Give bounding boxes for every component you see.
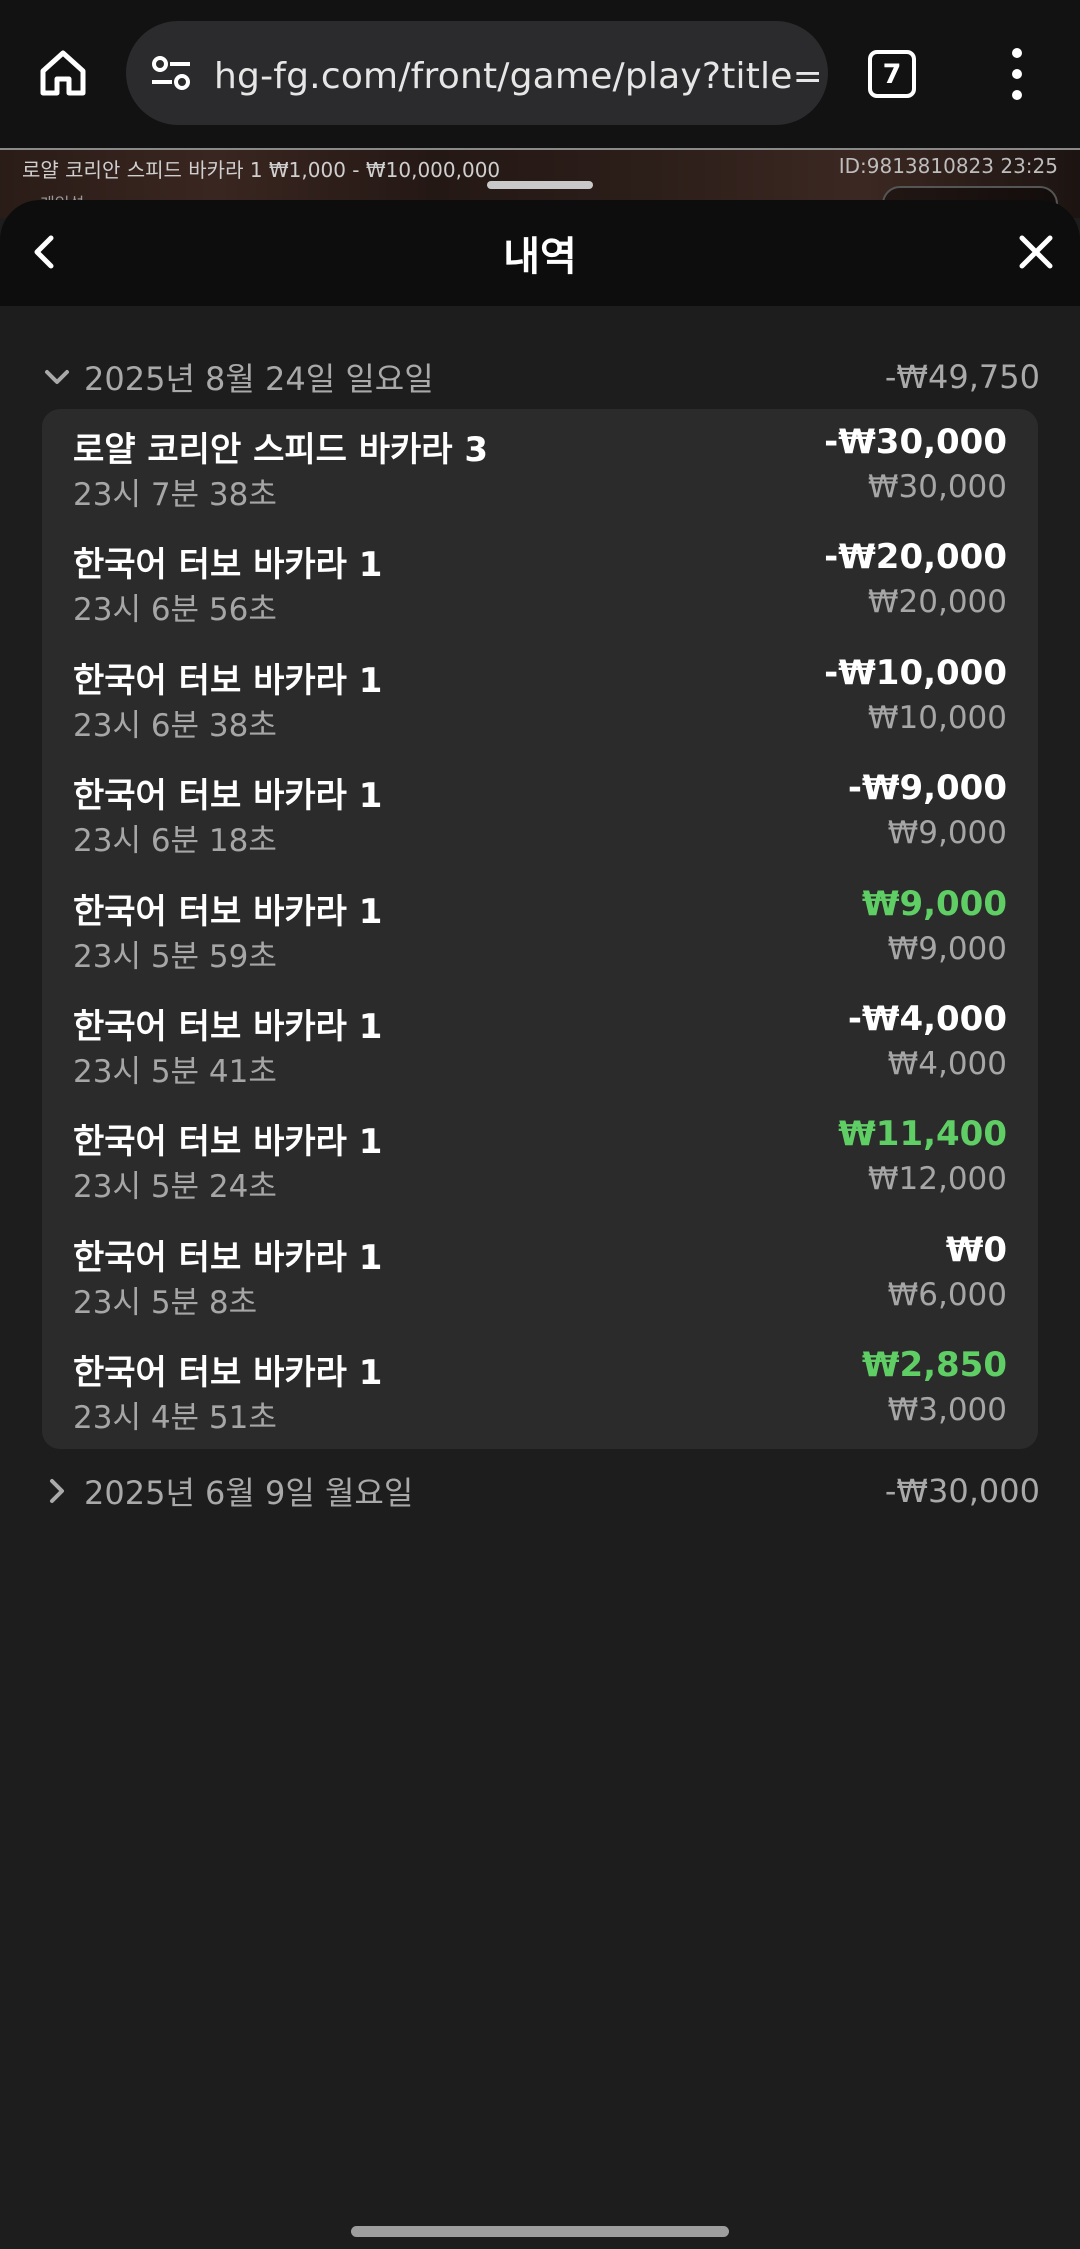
- game-name: 한국어 터보 바카라 1: [73, 545, 383, 585]
- game-name: 로얄 코리안 스피드 바카라 3: [73, 430, 489, 470]
- drag-handle[interactable]: [487, 181, 593, 189]
- transaction-row[interactable]: 로얄 코리안 스피드 바카라 3 23시 7분 38초 -₩30,000 ₩30…: [42, 414, 1038, 529]
- transaction-row[interactable]: 한국어 터보 바카라 1 23시 5분 41초 -₩4,000 ₩4,000: [42, 991, 1038, 1106]
- result-amount: -₩4,000: [847, 999, 1007, 1039]
- result-amount: ₩2,850: [861, 1345, 1007, 1385]
- gesture-nav-bar[interactable]: [351, 2226, 729, 2237]
- game-round-id: ID:9813810823 23:25: [838, 154, 1058, 178]
- date-group-header[interactable]: 2025년 6월 9일 월요일 -₩30,000: [40, 1466, 1040, 1516]
- transaction-time: 23시 4분 51초: [73, 1400, 277, 1436]
- bet-amount: ₩9,000: [887, 931, 1007, 967]
- group-date: 2025년 8월 24일 일요일: [84, 360, 434, 398]
- transaction-row[interactable]: 한국어 터보 바카라 1 23시 5분 59초 ₩9,000 ₩9,000: [42, 876, 1038, 991]
- bet-amount: ₩3,000: [887, 1392, 1007, 1428]
- address-bar[interactable]: hg-fg.com/front/game/play?title=프: [126, 21, 828, 125]
- date-group-header[interactable]: 2025년 8월 24일 일요일 -₩49,750: [40, 352, 1040, 402]
- bet-amount: ₩12,000: [867, 1161, 1007, 1197]
- transaction-time: 23시 6분 56초: [73, 592, 277, 628]
- bet-amount: ₩4,000: [887, 1046, 1007, 1082]
- game-name: 한국어 터보 바카라 1: [73, 661, 383, 701]
- game-name: 한국어 터보 바카라 1: [73, 892, 383, 932]
- game-table-info: 로얄 코리안 스피드 바카라 1 ₩1,000 - ₩10,000,000: [22, 158, 501, 182]
- close-icon[interactable]: [1010, 226, 1062, 278]
- transaction-card: 로얄 코리안 스피드 바카라 3 23시 7분 38초 -₩30,000 ₩30…: [42, 409, 1038, 1449]
- transaction-row[interactable]: 한국어 터보 바카라 1 23시 6분 56초 -₩20,000 ₩20,000: [42, 529, 1038, 644]
- sheet-header: 내역: [0, 200, 1080, 306]
- transaction-time: 23시 7분 38초: [73, 477, 277, 513]
- group-date: 2025년 6월 9일 월요일: [84, 1474, 414, 1512]
- chevron-down-icon: [45, 370, 69, 384]
- tabs-icon[interactable]: 7: [868, 50, 916, 98]
- game-name: 한국어 터보 바카라 1: [73, 776, 383, 816]
- sheet-title: 내역: [503, 234, 577, 280]
- game-name: 한국어 터보 바카라 1: [73, 1238, 383, 1278]
- result-amount: ₩9,000: [861, 884, 1007, 924]
- transaction-row[interactable]: 한국어 터보 바카라 1 23시 4분 51초 ₩2,850 ₩3,000: [42, 1337, 1038, 1452]
- transaction-row[interactable]: 한국어 터보 바카라 1 23시 5분 24초 ₩11,400 ₩12,000: [42, 1106, 1038, 1221]
- transaction-row[interactable]: 한국어 터보 바카라 1 23시 6분 18초 -₩9,000 ₩9,000: [42, 760, 1038, 875]
- result-amount: ₩0: [945, 1230, 1007, 1270]
- bet-amount: ₩20,000: [867, 584, 1007, 620]
- result-amount: -₩30,000: [824, 422, 1007, 462]
- bet-amount: ₩6,000: [887, 1277, 1007, 1313]
- more-vert-icon[interactable]: [1000, 48, 1034, 100]
- transaction-time: 23시 5분 8초: [73, 1285, 258, 1321]
- transaction-time: 23시 6분 18초: [73, 823, 277, 859]
- transaction-row[interactable]: 한국어 터보 바카라 1 23시 5분 8초 ₩0 ₩6,000: [42, 1222, 1038, 1337]
- bet-amount: ₩10,000: [867, 700, 1007, 736]
- group-total: -₩30,000: [884, 1472, 1040, 1510]
- result-amount: -₩10,000: [824, 653, 1007, 693]
- transaction-time: 23시 6분 38초: [73, 708, 277, 744]
- transaction-time: 23시 5분 24초: [73, 1169, 277, 1205]
- site-settings-icon[interactable]: [148, 50, 194, 96]
- game-name: 한국어 터보 바카라 1: [73, 1353, 383, 1393]
- home-icon[interactable]: [30, 40, 96, 106]
- history-sheet: 내역 2025년 8월 24일 일요일 -₩49,750 로얄 코리안 스피드 …: [0, 200, 1080, 2249]
- browser-toolbar: hg-fg.com/front/game/play?title=프 7: [0, 0, 1080, 148]
- transaction-time: 23시 5분 59초: [73, 939, 277, 975]
- result-amount: ₩11,400: [838, 1114, 1007, 1154]
- game-name: 한국어 터보 바카라 1: [73, 1122, 383, 1162]
- group-total: -₩49,750: [884, 358, 1040, 396]
- result-amount: -₩20,000: [824, 537, 1007, 577]
- bet-amount: ₩30,000: [867, 469, 1007, 505]
- bet-amount: ₩9,000: [887, 815, 1007, 851]
- url-text[interactable]: hg-fg.com/front/game/play?title=프: [214, 47, 824, 99]
- transaction-time: 23시 5분 41초: [73, 1054, 277, 1090]
- result-amount: -₩9,000: [847, 768, 1007, 808]
- chevron-right-icon: [50, 1479, 64, 1503]
- transaction-row[interactable]: 한국어 터보 바카라 1 23시 6분 38초 -₩10,000 ₩10,000: [42, 645, 1038, 760]
- game-name: 한국어 터보 바카라 1: [73, 1007, 383, 1047]
